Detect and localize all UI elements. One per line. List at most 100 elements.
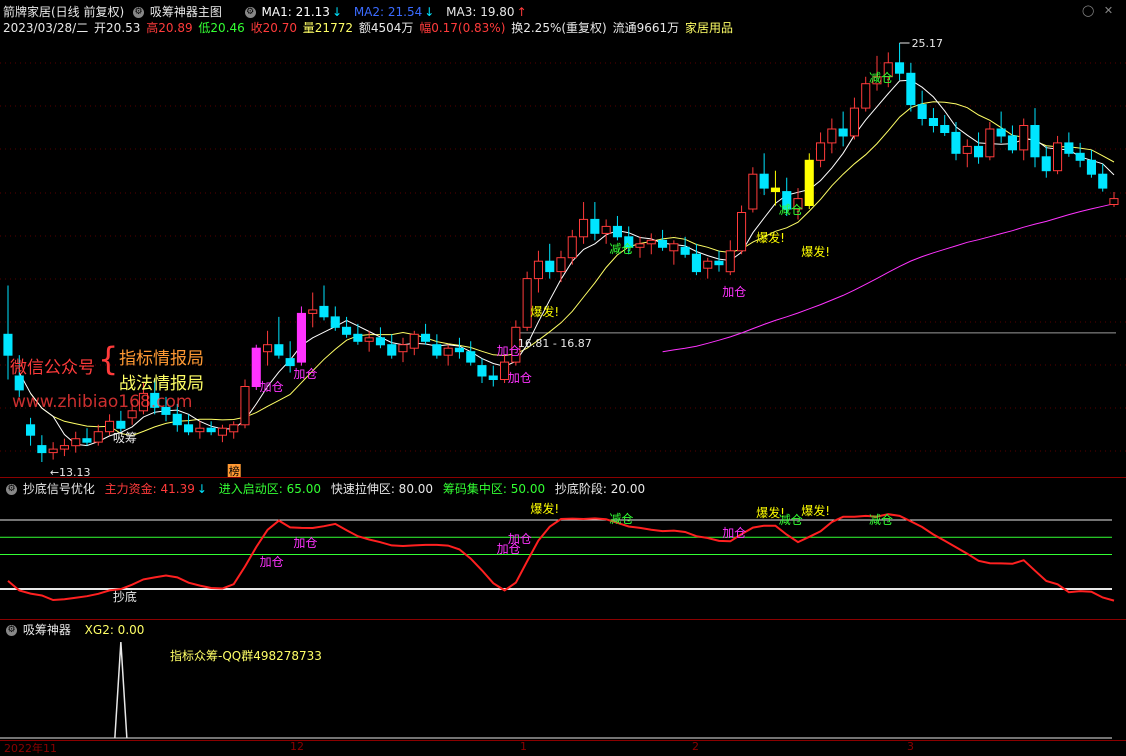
candle <box>635 236 645 258</box>
candle-body <box>443 347 453 356</box>
candle <box>1109 191 1119 207</box>
candle-body <box>827 128 837 144</box>
candle-body <box>601 225 611 234</box>
panel2-separator <box>0 477 1126 478</box>
panel3-separator <box>0 619 1126 620</box>
candle-body <box>770 187 781 193</box>
candle-body <box>319 305 329 318</box>
candle-body <box>184 424 194 433</box>
candle <box>274 316 284 359</box>
main-annotation: 加仓 <box>497 344 521 358</box>
candle-body <box>353 333 363 342</box>
candle-body <box>93 431 103 443</box>
candle <box>421 323 431 345</box>
candle-body <box>545 260 555 273</box>
candle-body <box>1086 159 1097 175</box>
main-annotation: 爆发! <box>530 304 559 319</box>
candle-body <box>714 260 724 266</box>
candle <box>263 330 273 366</box>
candle-body <box>646 239 656 245</box>
candle-body <box>1053 142 1063 172</box>
candle-body <box>917 104 927 119</box>
xaxis-label-12: 12 <box>290 740 304 753</box>
candle <box>319 285 329 321</box>
candle <box>454 337 464 359</box>
candle-body <box>263 344 273 353</box>
panel3-note: 指标众筹-QQ群498278733 <box>170 649 322 663</box>
candle <box>59 438 70 457</box>
candle <box>658 229 668 251</box>
candle <box>940 115 950 136</box>
xaxis-label-2022-11: 2022年11 <box>4 742 57 755</box>
candle <box>996 111 1006 143</box>
candle <box>906 62 916 112</box>
candle <box>612 215 623 241</box>
candle <box>398 337 408 363</box>
panel3-gear-icon[interactable]: ⚙ <box>6 625 17 636</box>
candle <box>917 90 927 126</box>
candle-body <box>804 159 814 207</box>
candle-body <box>240 386 250 426</box>
candle <box>466 341 476 366</box>
xaxis-label-3: 3 <box>907 740 914 753</box>
candle-body <box>635 243 645 248</box>
main-annotation: 加仓 <box>260 380 284 394</box>
candle <box>375 327 385 349</box>
bang-marker: 榜 <box>229 464 240 478</box>
osc-annotation: 加仓 <box>722 526 746 540</box>
osc-line <box>7 513 1115 602</box>
main-annotation: 吸筹 <box>113 431 137 445</box>
candle-body <box>1075 152 1085 161</box>
candle-body <box>48 448 58 454</box>
candle <box>195 421 205 439</box>
osc-annotation: 爆发! <box>801 503 830 518</box>
candle-body <box>342 326 352 335</box>
candle <box>1007 125 1018 154</box>
candle-body <box>759 173 769 189</box>
watermark-indicator-bureau: 指标情报局 <box>119 349 204 369</box>
candle-body <box>1109 198 1119 206</box>
candle-body <box>116 420 126 429</box>
xaxis-label-2: 2 <box>692 740 699 753</box>
candle-body <box>748 173 758 210</box>
candle <box>229 421 239 439</box>
candle-body <box>488 375 498 380</box>
candle-body <box>1064 142 1074 154</box>
candle <box>759 153 769 196</box>
candle-body <box>14 375 24 391</box>
panel2-gear-icon[interactable]: ⚙ <box>6 484 17 495</box>
watermark-url: www.zhibiao168.com <box>12 392 193 412</box>
candle-body <box>82 438 92 443</box>
panel3-header: ⚙ 吸筹神器 XG2: 0.00 <box>3 622 146 638</box>
candle <box>816 132 826 168</box>
chip-zone-label: 筹码集中区: 50.00 <box>442 482 546 496</box>
xg2-label: XG2: 0.00 <box>84 623 145 637</box>
candle-body <box>285 358 295 367</box>
candle-body <box>567 236 577 259</box>
panel2-title[interactable]: 抄底信号优化 <box>23 482 95 496</box>
candle-body <box>962 145 972 154</box>
main-annotation: 爆发! <box>801 244 830 259</box>
xaxis-label-1: 1 <box>520 740 527 753</box>
main-annotation: 加仓 <box>293 367 317 381</box>
candle-body <box>669 243 679 252</box>
bottom-stage-label: 抄底阶段: 20.00 <box>554 482 646 496</box>
panel3-title[interactable]: 吸筹神器 <box>23 623 71 637</box>
candle <box>545 243 555 279</box>
candle <box>432 334 442 359</box>
candle-body <box>172 413 182 426</box>
candle-body <box>838 128 848 137</box>
candle <box>804 153 814 209</box>
osc-annotation: 加仓 <box>260 555 284 569</box>
candle <box>669 240 679 265</box>
candle-body <box>477 365 487 377</box>
candle-body <box>1019 125 1029 151</box>
candle <box>26 417 36 446</box>
candle <box>71 431 81 453</box>
candle <box>37 435 47 462</box>
candle <box>240 379 250 429</box>
candle <box>556 250 566 283</box>
candle-body <box>71 438 81 447</box>
candle-body <box>308 309 318 314</box>
candle <box>93 424 103 446</box>
